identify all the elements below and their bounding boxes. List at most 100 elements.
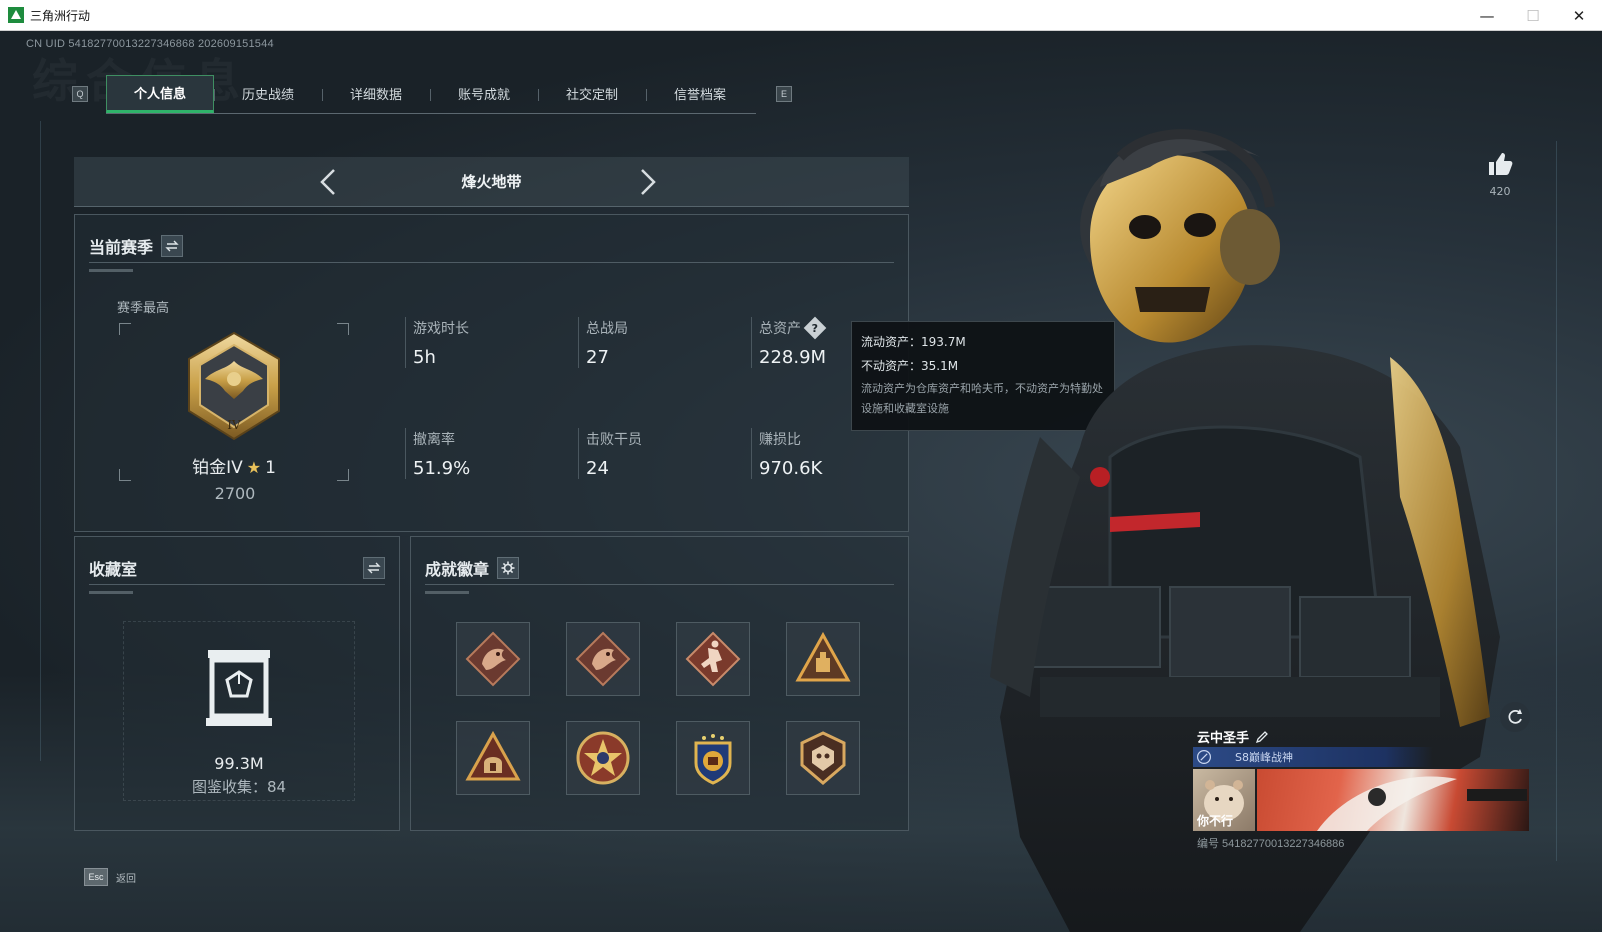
- stat-extraction-rate: 撤离率 51.9%: [405, 428, 555, 479]
- stat-value: 5h: [413, 347, 436, 368]
- avatar-caption: 你不行: [1197, 814, 1234, 828]
- tab-next-key-hint[interactable]: E: [776, 86, 792, 102]
- stat-operators-defeated: 击败干员 24: [578, 428, 728, 479]
- frame-corner: [337, 323, 349, 335]
- like-widget: 420: [1480, 151, 1520, 198]
- stat-label: 总战局: [586, 321, 628, 337]
- tab-social[interactable]: 社交定制: [538, 75, 646, 113]
- badge-slot-8[interactable]: [786, 721, 860, 795]
- star-icon: ★: [246, 458, 262, 477]
- banner-artwork-icon: [1317, 776, 1527, 831]
- collection-value: 99.3M: [214, 754, 264, 773]
- title-emblem-icon: [1193, 747, 1215, 767]
- player-title-banner: S8巅峰战神: [1193, 747, 1433, 767]
- rank-name: 铂金IV: [192, 458, 243, 478]
- season-best-label: 赛季最高: [117, 301, 170, 316]
- badge-slot-3[interactable]: [676, 622, 750, 696]
- badge-slot-1[interactable]: [456, 622, 530, 696]
- rank-display: IV 铂金IV ★ 1: [119, 323, 349, 481]
- mode-selector: 烽火地带: [74, 157, 909, 207]
- esc-key-hint: Esc: [84, 868, 108, 886]
- gear-icon: [501, 561, 515, 574]
- stat-total-matches: 总战局 27: [578, 317, 728, 368]
- header-accent: [89, 591, 133, 594]
- achievement-badges-panel: 成就徽章: [410, 536, 909, 831]
- collection-room-button[interactable]: 99.3M 图鉴收集：84: [123, 621, 355, 801]
- badge-slot-2[interactable]: [566, 622, 640, 696]
- bunker-triangle-badge-icon: [465, 730, 521, 781]
- svg-text:IV: IV: [227, 418, 241, 432]
- stat-playtime: 游戏时长 5h: [405, 317, 555, 368]
- back-label: 返回: [116, 873, 136, 885]
- uid-label: CN UID 541827700132273468​68 20260915154…: [26, 38, 274, 50]
- crest-badge-icon: [694, 734, 732, 785]
- badge-slot-4[interactable]: [786, 622, 860, 696]
- minimize-button[interactable]: —: [1464, 0, 1510, 31]
- frame-corner: [119, 323, 131, 335]
- badges-settings-button[interactable]: [497, 556, 520, 579]
- tab-detailed-data[interactable]: 详细数据: [322, 75, 430, 113]
- tab-bar: 个人信息 历史战绩 详细数据 账号成就 社交定制 信誉档案: [106, 74, 756, 114]
- player-title: S8巅峰战神: [1235, 751, 1293, 764]
- vault-triangle-badge-icon: [795, 631, 851, 682]
- dragon-badge-icon: [465, 631, 521, 687]
- stat-label: 赚损比: [759, 432, 801, 448]
- badge-slot-6[interactable]: [566, 721, 640, 795]
- collection-panel-header: 收藏室: [89, 551, 385, 594]
- shield-skull-badge-icon: [800, 731, 846, 785]
- tab-reputation[interactable]: 信誉档案: [646, 75, 754, 113]
- edit-pencil-icon[interactable]: [1255, 730, 1269, 744]
- player-id: 编号 54182770013227346886: [1197, 838, 1345, 850]
- tab-personal-info[interactable]: 个人信息: [106, 74, 214, 113]
- collection-vault-icon: [206, 650, 272, 726]
- maximize-button[interactable]: ☐: [1510, 0, 1556, 31]
- stat-value: 51.9%: [413, 458, 471, 479]
- player-card: 云中圣手 S8巅峰战神 你不行 编号 54182770013227346886: [1193, 723, 1529, 883]
- close-button[interactable]: ✕: [1556, 0, 1602, 31]
- player-name: 云中圣手: [1197, 731, 1250, 746]
- chevron-right-icon: [641, 169, 656, 195]
- player-avatar[interactable]: 你不行: [1193, 769, 1255, 831]
- tab-achievements[interactable]: 账号成就: [430, 75, 538, 113]
- collection-panel-title: 收藏室: [89, 559, 138, 579]
- stat-label: 击败干员: [586, 432, 642, 448]
- chevron-left-icon: [320, 169, 335, 195]
- season-switch-button[interactable]: [161, 234, 184, 257]
- tab-prev-key-hint[interactable]: Q: [72, 86, 88, 102]
- stat-label: 游戏时长: [413, 321, 469, 337]
- prev-mode-button[interactable]: [314, 167, 342, 197]
- stat-value: 24: [586, 458, 609, 479]
- star-emblem-badge-icon: [576, 731, 630, 785]
- header-accent: [425, 591, 469, 594]
- season-panel-header: 当前赛季: [89, 229, 894, 272]
- badge-slot-7[interactable]: [676, 721, 750, 795]
- badge-slot-5[interactable]: [456, 721, 530, 795]
- rank-line: 铂金IV ★ 1: [119, 453, 349, 478]
- thumbs-up-icon[interactable]: [1487, 151, 1513, 177]
- rank-stars: 1: [265, 458, 276, 478]
- mode-label: 烽火地带: [461, 173, 522, 191]
- help-glyph: ?: [811, 321, 819, 335]
- window-controls: — ☐ ✕: [1464, 0, 1602, 31]
- runner-badge-icon: [685, 631, 741, 687]
- swap-icon: [165, 240, 179, 251]
- stat-value: 970.6K: [759, 458, 823, 479]
- collection-switch-button[interactable]: [363, 556, 385, 579]
- stat-label-text: 总资产: [759, 321, 801, 337]
- collection-panel: 收藏室 99.3M 图鉴收集：84: [74, 536, 400, 831]
- header-accent: [89, 269, 133, 272]
- footer-back[interactable]: Esc 返回: [84, 868, 136, 886]
- help-icon[interactable]: ?: [803, 316, 827, 340]
- player-name-row: 云中圣手: [1197, 727, 1269, 746]
- badges-panel-header: 成就徽章: [425, 551, 894, 594]
- player-banner[interactable]: [1257, 769, 1529, 831]
- stat-profit-loss-ratio: 赚损比 970.6K: [751, 428, 901, 479]
- next-mode-button[interactable]: [634, 167, 662, 197]
- window-titlebar: 三角洲行动 — ☐ ✕: [0, 0, 1602, 31]
- dragon-badge-icon: [575, 631, 631, 687]
- tab-history[interactable]: 历史战绩: [214, 75, 322, 113]
- like-count: 420: [1489, 185, 1511, 198]
- stat-value: 27: [586, 347, 609, 368]
- game-viewport: 综合信息 CN UID 541827700132273468​68 202609…: [0, 31, 1602, 932]
- collection-count: 图鉴收集：84: [191, 778, 287, 796]
